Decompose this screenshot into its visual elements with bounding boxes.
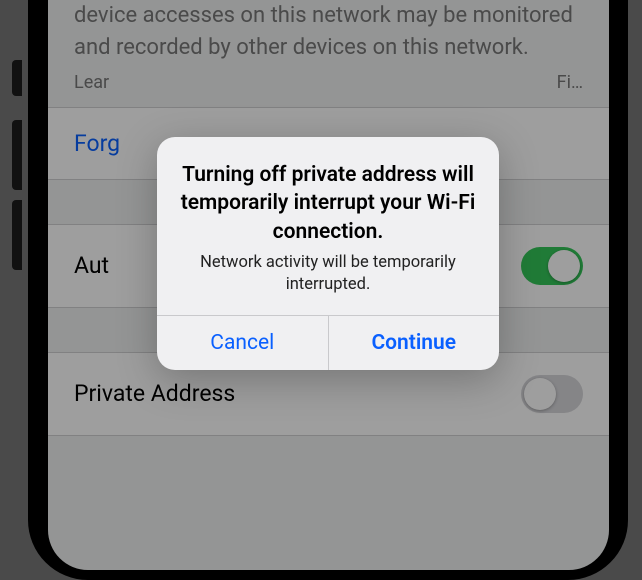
dialog-message: Network activity will be temporarily int… bbox=[179, 252, 477, 297]
auto-join-label: Aut bbox=[74, 252, 109, 279]
volume-down-button bbox=[12, 200, 22, 270]
dialog-button-row: Cancel Continue bbox=[157, 315, 499, 370]
learn-more-left: Lear bbox=[74, 72, 109, 93]
confirm-dialog: Turning off private address will tempora… bbox=[157, 137, 499, 370]
network-warning-text: The names of websites and other servers … bbox=[48, 0, 609, 68]
volume-up-button bbox=[12, 120, 22, 190]
continue-button[interactable]: Continue bbox=[328, 316, 500, 370]
volume-switch bbox=[12, 60, 22, 96]
cancel-button[interactable]: Cancel bbox=[157, 316, 328, 370]
private-address-toggle[interactable] bbox=[521, 375, 583, 413]
auto-join-toggle[interactable] bbox=[521, 247, 583, 285]
forget-network-label: Forg bbox=[74, 130, 120, 157]
private-address-label: Private Address bbox=[74, 380, 235, 407]
dialog-title: Turning off private address will tempora… bbox=[179, 161, 477, 246]
learn-more-row: Lear Fi… bbox=[48, 68, 609, 107]
learn-more-right: Fi… bbox=[557, 72, 583, 93]
